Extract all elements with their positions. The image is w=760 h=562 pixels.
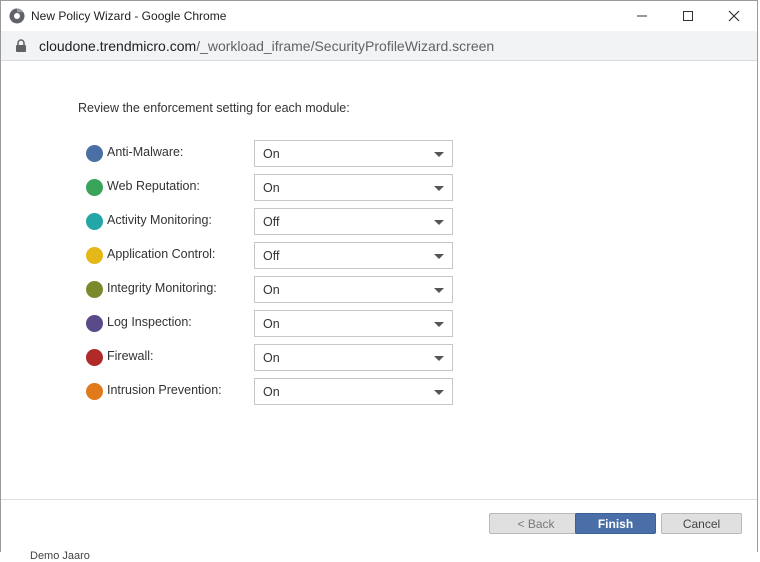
application-control-select[interactable]: Off [254,242,453,269]
application-control-icon [86,247,103,264]
maximize-button[interactable] [665,1,711,31]
minimize-button[interactable] [619,1,665,31]
select-value: On [263,317,280,331]
chevron-down-icon [434,356,444,361]
select-value: On [263,181,280,195]
back-button[interactable]: < Back [489,513,583,534]
finish-button[interactable]: Finish [575,513,656,534]
url-path: /_workload_iframe/SecurityProfileWizard.… [196,38,495,54]
integrity-monitoring-icon [86,281,103,298]
wizard-content: Review the enforcement setting for each … [1,61,757,499]
background-app-text: Demo Jaaro [30,550,90,562]
module-label: Firewall: [107,349,154,363]
window-title: New Policy Wizard - Google Chrome [31,9,227,23]
close-icon [728,10,740,22]
address-bar[interactable]: cloudone.trendmicro.com/_workload_iframe… [1,31,757,61]
module-label: Integrity Monitoring: [107,281,217,295]
firewall-select[interactable]: On [254,344,453,371]
browser-window: New Policy Wizard - Google Chrome cloudo… [0,0,758,553]
chevron-down-icon [434,254,444,259]
module-label: Anti-Malware: [107,145,184,159]
firewall-icon [86,349,103,366]
log-inspection-select[interactable]: On [254,310,453,337]
module-label: Application Control: [107,247,216,261]
select-value: Off [263,215,280,229]
chevron-down-icon [434,220,444,225]
select-value: Off [263,249,280,263]
close-button[interactable] [711,1,757,31]
title-bar: New Policy Wizard - Google Chrome [1,1,757,31]
web-reputation-icon [86,179,103,196]
activity-monitoring-icon [86,213,103,230]
maximize-icon [683,11,693,21]
chevron-down-icon [434,288,444,293]
module-label: Intrusion Prevention: [107,383,222,397]
module-label: Log Inspection: [107,315,192,329]
cancel-button[interactable]: Cancel [661,513,742,534]
anti-malware-select[interactable]: On [254,140,453,167]
select-value: On [263,351,280,365]
minimize-icon [637,15,647,17]
select-value: On [263,283,280,297]
url-text[interactable]: cloudone.trendmicro.com/_workload_iframe… [39,38,494,54]
anti-malware-icon [86,145,103,162]
chevron-down-icon [434,322,444,327]
lock-icon[interactable] [15,39,27,52]
intrusion-prevention-select[interactable]: On [254,378,453,405]
chevron-down-icon [434,390,444,395]
url-host: cloudone.trendmicro.com [39,38,197,54]
module-label: Web Reputation: [107,179,200,193]
log-inspection-icon [86,315,103,332]
select-value: On [263,147,280,161]
select-value: On [263,385,280,399]
intro-text: Review the enforcement setting for each … [78,101,350,115]
chevron-down-icon [434,152,444,157]
module-label: Activity Monitoring: [107,213,212,227]
wizard-footer: < Back Finish Cancel [1,499,757,553]
web-reputation-select[interactable]: On [254,174,453,201]
chevron-down-icon [434,186,444,191]
intrusion-prevention-icon [86,383,103,400]
activity-monitoring-select[interactable]: Off [254,208,453,235]
integrity-monitoring-select[interactable]: On [254,276,453,303]
chrome-icon [9,8,25,24]
